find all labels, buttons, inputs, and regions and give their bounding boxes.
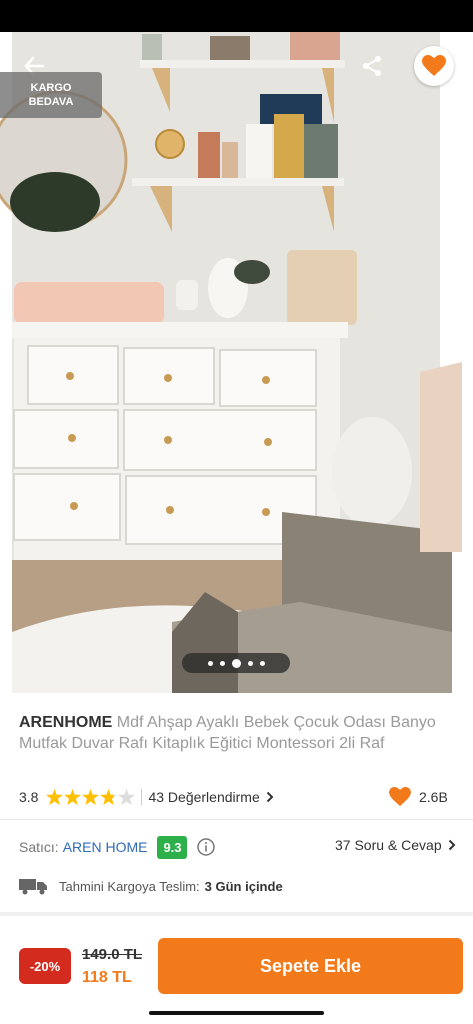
carousel-dot[interactable] [247, 660, 253, 666]
star-empty-icon [118, 789, 136, 805]
favorite-button[interactable] [414, 46, 454, 86]
share-button[interactable] [356, 50, 388, 82]
delivery-days: 3 Gün içinde [204, 878, 283, 894]
star-icon [100, 789, 118, 805]
rating-stars [46, 789, 136, 805]
discount-badge: -20% [19, 948, 71, 984]
product-photo [0, 32, 473, 693]
chevron-right-icon [448, 839, 456, 851]
product-title: ARENHOME Mdf Ahşap Ayaklı Bebek Çocuk Od… [19, 712, 459, 754]
seller-score-badge: 9.3 [157, 835, 188, 859]
carousel-dot[interactable] [219, 660, 225, 666]
favorite-count: 2.6B [389, 786, 448, 808]
questions-answers-link[interactable]: 37 Soru & Cevap [335, 837, 456, 853]
seller-name-link[interactable]: AREN HOME [63, 839, 148, 855]
home-indicator[interactable] [149, 1011, 324, 1015]
old-price: 149.0 TL [82, 946, 143, 963]
info-icon [197, 838, 216, 856]
new-price: 118 TL [82, 969, 132, 986]
badge-line-2: BEDAVA [28, 96, 74, 108]
delivery-label: Tahmini Kargoya Teslim: [59, 878, 200, 894]
image-carousel-indicator[interactable] [182, 653, 290, 673]
badge-line-1: KARGO [30, 82, 72, 94]
carousel-dot[interactable] [207, 660, 213, 666]
review-count[interactable]: 43 Değerlendirme [148, 789, 259, 805]
chevron-right-icon [266, 791, 274, 803]
add-to-cart-button[interactable]: Sepete Ekle [158, 938, 463, 994]
rating-score: 3.8 [19, 789, 39, 805]
seller-label: Satıcı: [19, 839, 59, 855]
info-button[interactable] [197, 838, 216, 856]
heart-icon [422, 55, 446, 76]
carousel-dot-active[interactable] [231, 658, 241, 668]
separator [141, 789, 143, 805]
share-icon [363, 56, 381, 76]
delivery-estimate: Tahmini Kargoya Teslim: 3 Gün içinde [19, 874, 283, 898]
star-icon [82, 789, 100, 805]
star-icon [64, 789, 82, 805]
product-image[interactable] [0, 32, 473, 693]
favorite-count-value: 2.6B [419, 789, 448, 805]
heart-icon [389, 787, 411, 807]
product-brand[interactable]: ARENHOME [19, 714, 112, 731]
divider [0, 819, 473, 820]
carousel-dot[interactable] [259, 660, 265, 666]
star-icon [46, 789, 64, 805]
free-shipping-badge: KARGO BEDAVA [0, 72, 102, 118]
truck-icon [19, 877, 49, 895]
qa-label: 37 Soru & Cevap [335, 837, 442, 853]
status-bar [0, 0, 473, 32]
